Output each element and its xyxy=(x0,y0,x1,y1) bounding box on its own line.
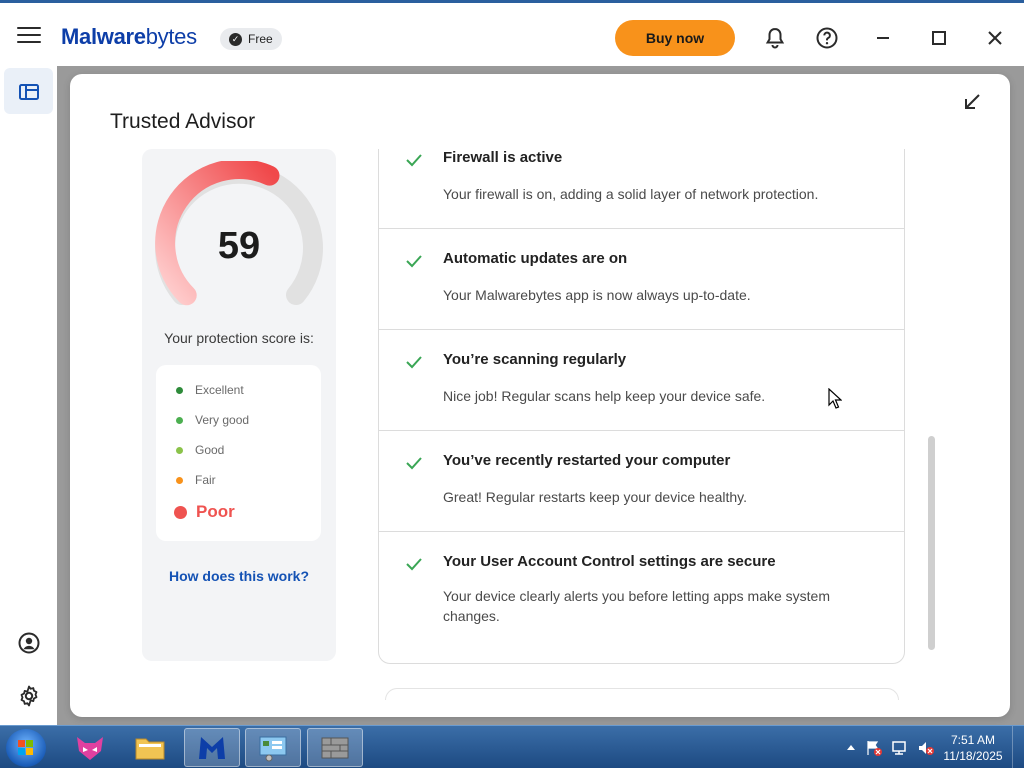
check-icon xyxy=(406,154,422,167)
check-icon xyxy=(406,356,422,369)
legend-dot xyxy=(176,446,183,454)
legend-item-fair: Fair xyxy=(176,473,216,487)
check-description: Your device clearly alerts you before le… xyxy=(443,588,831,624)
notifications-bell-icon[interactable] xyxy=(763,26,787,50)
legend-label: Very good xyxy=(195,413,250,427)
show-desktop-button[interactable] xyxy=(1012,726,1024,768)
taskbar-firewall[interactable] xyxy=(307,728,363,767)
legend-dot-current xyxy=(174,505,187,519)
legend-dot xyxy=(176,476,183,484)
taskbar-app-fox[interactable] xyxy=(62,728,118,767)
plan-badge-label: Free xyxy=(248,32,273,46)
logo-text-suffix: bytes xyxy=(145,24,197,49)
volume-muted-icon[interactable] xyxy=(917,739,935,757)
nav-dashboard[interactable] xyxy=(4,68,53,114)
check-description: Your firewall is on, adding a solid laye… xyxy=(443,186,819,202)
check-icon xyxy=(406,558,422,571)
windows-logo-icon xyxy=(18,740,33,755)
trusted-advisor-panel: Trusted Advisor 59 Your protection score… xyxy=(70,74,1010,717)
legend-label-current: Poor xyxy=(196,502,235,521)
check-description: Great! Regular restarts keep your device… xyxy=(443,489,748,505)
legend-label: Good xyxy=(195,443,225,457)
taskbar-clock[interactable]: 7:51 AM 11/18/2025 xyxy=(937,732,1009,764)
check-icon xyxy=(406,255,422,268)
plan-badge: ✓ Free xyxy=(220,28,282,50)
check-title: Automatic updates are on xyxy=(443,250,628,267)
check-item: Firewall is active Your firewall is on, … xyxy=(379,149,904,229)
malwarebytes-logo: Malware bytes xyxy=(61,24,197,50)
protection-score: 59 xyxy=(217,225,261,267)
check-item: You’ve recently restarted your computer … xyxy=(379,431,904,532)
check-title: Firewall is active xyxy=(443,149,563,166)
start-button[interactable] xyxy=(6,729,46,767)
account-icon[interactable] xyxy=(17,631,41,655)
legend-item-good: Good xyxy=(176,443,224,457)
check-title: You’re scanning regularly xyxy=(443,351,627,368)
help-icon[interactable] xyxy=(815,26,839,50)
taskbar-malwarebytes[interactable] xyxy=(184,728,240,767)
scrollbar-thumb[interactable] xyxy=(928,436,935,650)
legend-label: Excellent xyxy=(195,383,244,397)
buy-now-button[interactable]: Buy now xyxy=(615,20,735,56)
legend-label: Fair xyxy=(195,473,216,487)
close-icon[interactable] xyxy=(983,26,1007,50)
action-center-flag-icon[interactable] xyxy=(865,739,883,757)
fox-app-icon xyxy=(77,736,103,760)
clock-date: 11/18/2025 xyxy=(943,749,1003,763)
maximize-icon[interactable] xyxy=(927,26,951,50)
logo-text-prefix: Malware xyxy=(61,24,146,49)
check-item: Automatic updates are on Your Malwarebyt… xyxy=(379,229,904,330)
taskbar-file-explorer[interactable] xyxy=(122,728,178,767)
malwarebytes-app-icon xyxy=(199,736,225,759)
settings-gear-icon[interactable] xyxy=(17,684,41,708)
check-description: Nice job! Regular scans help keep your d… xyxy=(443,388,766,404)
check-title: You’ve recently restarted your computer xyxy=(443,452,731,469)
system-tray xyxy=(845,726,935,768)
minimize-icon[interactable] xyxy=(871,26,895,50)
title-bar: Malware bytes ✓ Free Buy now xyxy=(0,6,1024,66)
score-legend: Excellent Very good Good Fair Poor xyxy=(156,365,321,541)
legend-item-very-good: Very good xyxy=(176,413,249,427)
how-does-this-work-link[interactable]: How does this work? xyxy=(142,568,336,584)
check-icon xyxy=(406,457,422,470)
folder-icon xyxy=(135,738,165,759)
control-panel-icon xyxy=(259,736,287,761)
score-card: 59 Your protection score is: Excellent V… xyxy=(142,149,336,661)
dashboard-icon xyxy=(19,84,39,100)
legend-dot xyxy=(176,386,183,394)
left-nav-rail xyxy=(0,66,57,728)
check-item: You’re scanning regularly Nice job! Regu… xyxy=(379,330,904,431)
checks-list: Firewall is active Your firewall is on, … xyxy=(378,149,905,664)
mouse-cursor-icon xyxy=(828,388,842,409)
check-item: Your User Account Control settings are s… xyxy=(379,532,904,662)
firewall-brick-icon xyxy=(321,737,349,758)
page-title: Trusted Advisor xyxy=(110,110,256,133)
collapse-arrow-icon[interactable] xyxy=(960,90,984,114)
network-icon[interactable] xyxy=(891,739,909,757)
clock-time: 7:51 AM xyxy=(950,733,996,747)
menu-icon[interactable] xyxy=(17,27,41,45)
legend-item-excellent: Excellent xyxy=(176,383,244,397)
score-label: Your protection score is: xyxy=(164,330,314,346)
show-hidden-icons-icon[interactable] xyxy=(845,742,857,754)
taskbar-control-panel[interactable] xyxy=(245,728,301,767)
malwarebytes-window: Malware bytes ✓ Free Buy now Trusted Adv… xyxy=(0,0,1024,728)
check-title: Your User Account Control settings are s… xyxy=(443,553,776,570)
next-card-peek xyxy=(385,688,899,700)
windows-taskbar: 7:51 AM 11/18/2025 xyxy=(0,725,1024,768)
check-description: Your Malwarebytes app is now always up-t… xyxy=(443,287,751,303)
check-badge-icon: ✓ xyxy=(229,32,242,46)
legend-dot xyxy=(176,416,183,424)
legend-item-poor: Poor xyxy=(174,502,235,522)
